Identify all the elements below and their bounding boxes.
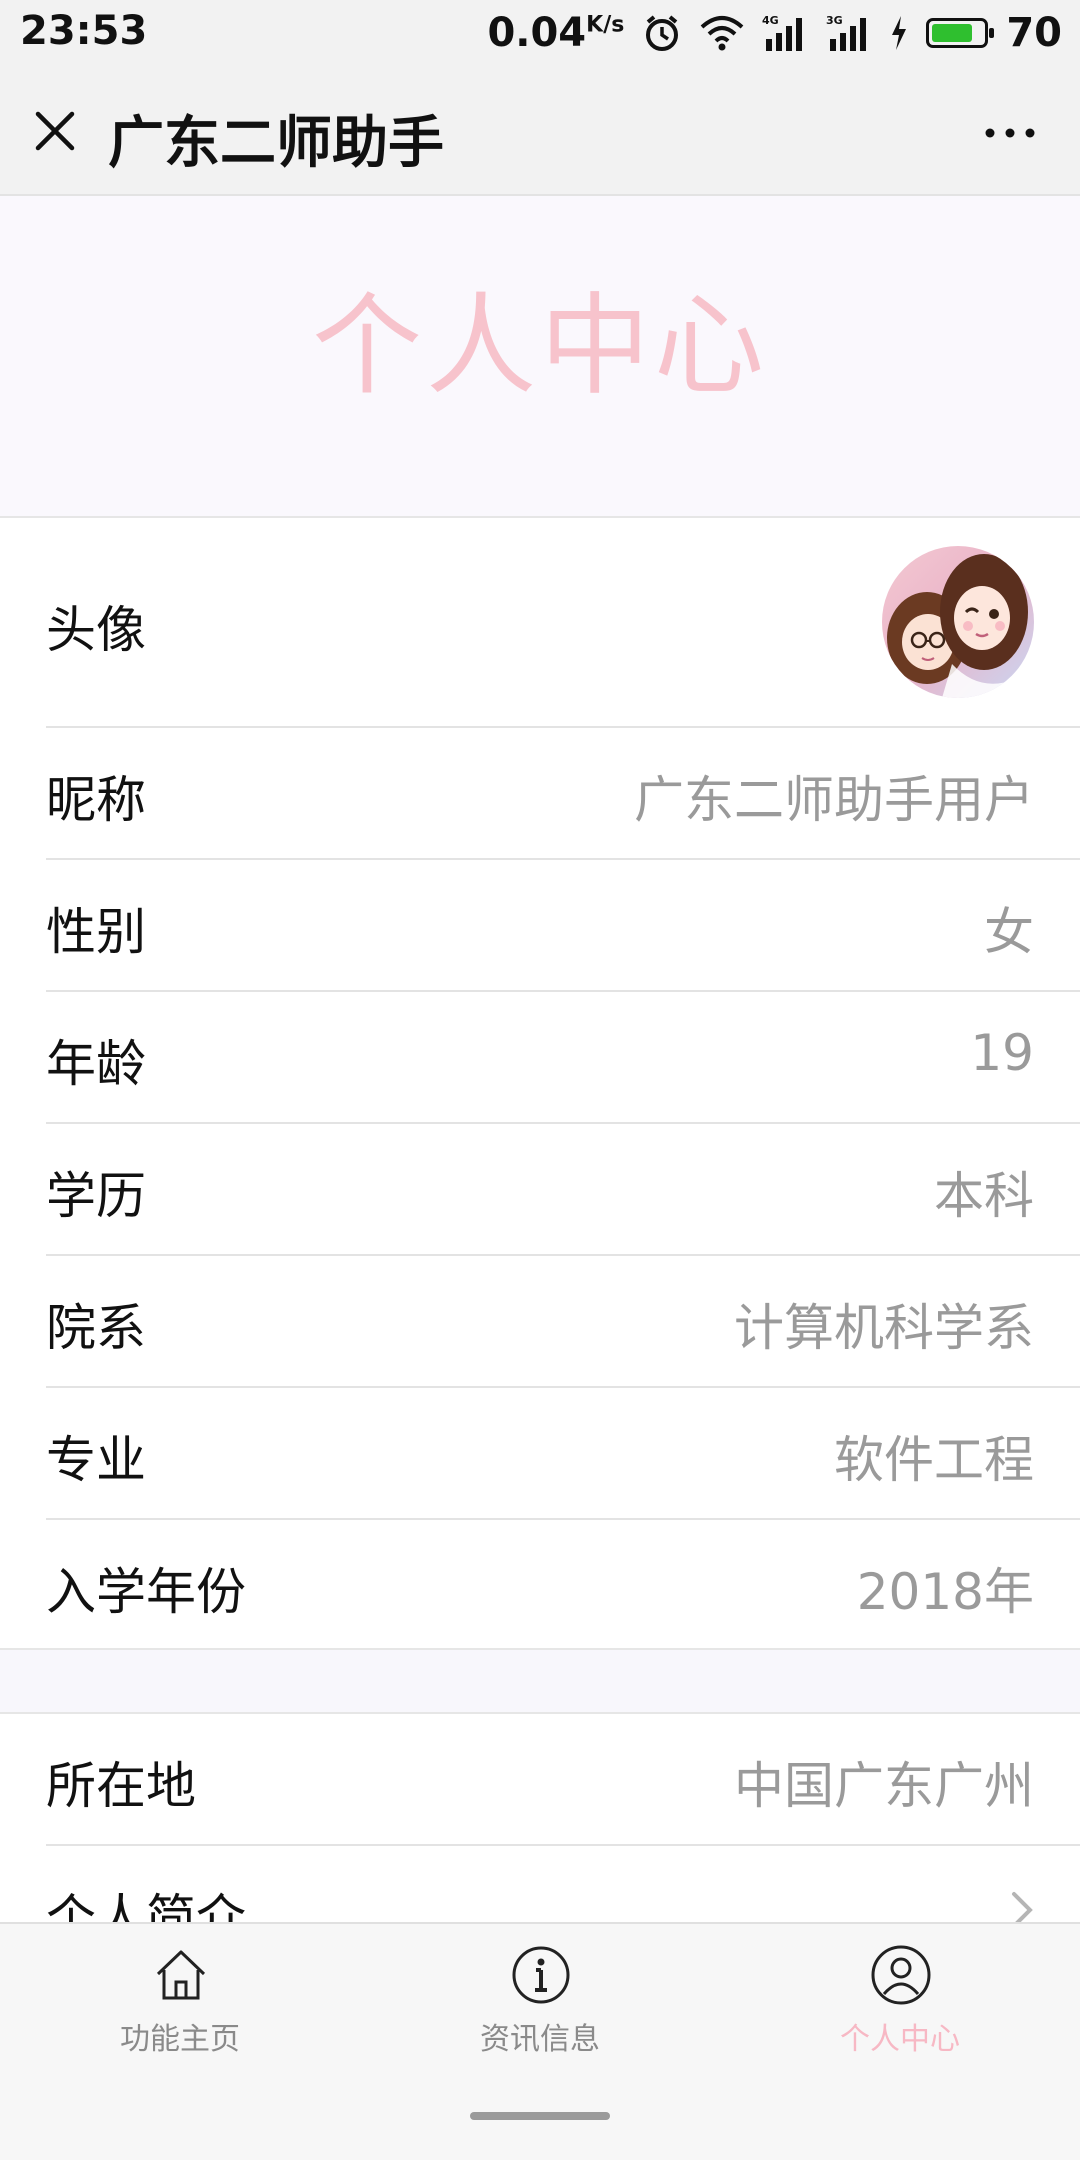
battery-fill	[932, 24, 972, 42]
battery-icon	[926, 18, 995, 48]
row-value: 2018年	[856, 1563, 1034, 1621]
home-indicator[interactable]	[470, 2112, 610, 2120]
network-speed-unit: K/s	[586, 12, 625, 38]
row-label: 院系	[46, 1299, 146, 1357]
info-icon	[512, 1946, 570, 2004]
svg-text:3G: 3G	[826, 14, 843, 27]
status-time: 23:53	[20, 8, 148, 54]
row-value: 中国广东广州	[734, 1757, 1034, 1815]
row-value: 计算机科学系	[734, 1299, 1034, 1357]
avatar-label: 头像	[46, 601, 146, 659]
chevron-right-icon	[1012, 1892, 1033, 1922]
tab-profile[interactable]: 个人中心	[720, 1944, 1080, 2064]
tab-home[interactable]: 功能主页	[0, 1944, 360, 2064]
alarm-icon	[646, 15, 679, 51]
nav-title: 广东二师助手	[108, 111, 444, 176]
profile-row-enrollment-year[interactable]: 入学年份 2018年	[0, 1520, 1080, 1648]
home-icon	[156, 1950, 206, 2000]
row-label: 所在地	[46, 1757, 196, 1815]
svg-text:4G: 4G	[762, 14, 779, 27]
profile-row-department[interactable]: 院系 计算机科学系	[0, 1256, 1080, 1388]
avatar-image	[882, 546, 1034, 698]
network-speed: 0.04K/s	[487, 10, 624, 56]
row-label: 专业	[46, 1431, 146, 1489]
row-value: 本科	[934, 1167, 1034, 1225]
avatar[interactable]	[882, 546, 1034, 698]
row-label: 性别	[46, 903, 146, 961]
profile-row-major[interactable]: 专业 软件工程	[0, 1388, 1080, 1520]
profile-row-nickname[interactable]: 昵称 广东二师助手用户	[0, 728, 1080, 860]
tab-label: 功能主页	[120, 2022, 240, 2057]
profile-row-education[interactable]: 学历 本科	[0, 1124, 1080, 1256]
charging-icon	[892, 16, 907, 50]
avatar-row[interactable]: 头像	[0, 518, 1080, 728]
page-title: 个人中心	[312, 282, 768, 410]
header-banner: 个人中心	[0, 196, 1080, 518]
row-value: 19	[970, 1024, 1034, 1082]
row-value: 广东二师助手用户	[634, 771, 1034, 829]
extra-group: 所在地 中国广东广州 个人简介	[0, 1712, 1080, 1922]
profile-group: 头像 昵称 广东二师助手用户 性别 女 年龄 19 学历 本科 院系 计算机科学…	[0, 518, 1080, 1650]
more-icon[interactable]	[980, 108, 1040, 158]
row-label: 入学年份	[46, 1563, 246, 1621]
tab-label: 资讯信息	[480, 2022, 600, 2057]
row-label: 年龄	[46, 1035, 146, 1093]
signal-3g-icon: 3G	[826, 14, 867, 51]
network-speed-value: 0.04	[487, 10, 587, 56]
battery-level: 70	[1006, 10, 1062, 56]
profile-row-gender[interactable]: 性别 女	[0, 860, 1080, 992]
status-bar: 23:53 0.04K/s 4G 3G 70	[0, 0, 1080, 68]
wifi-icon	[700, 16, 744, 51]
row-label: 昵称	[46, 771, 146, 829]
close-icon[interactable]	[30, 106, 80, 156]
tab-bar: 功能主页 资讯信息 个人中心	[0, 1922, 1080, 2160]
row-label: 学历	[46, 1167, 146, 1225]
tab-news[interactable]: 资讯信息	[360, 1944, 720, 2064]
profile-row-bio[interactable]: 个人简介	[0, 1846, 1080, 1922]
row-value: 女	[984, 903, 1034, 961]
signal-4g-icon: 4G	[762, 14, 803, 51]
tab-label: 个人中心	[840, 2022, 960, 2057]
row-value: 软件工程	[834, 1431, 1034, 1489]
nav-bar: 广东二师助手	[0, 68, 1080, 196]
profile-row-age[interactable]: 年龄 19	[0, 992, 1080, 1124]
row-label: 个人简介	[46, 1889, 246, 1922]
user-icon	[871, 1945, 931, 2005]
status-right: 0.04K/s 4G 3G 70	[487, 8, 1062, 58]
profile-row-location[interactable]: 所在地 中国广东广州	[0, 1714, 1080, 1846]
